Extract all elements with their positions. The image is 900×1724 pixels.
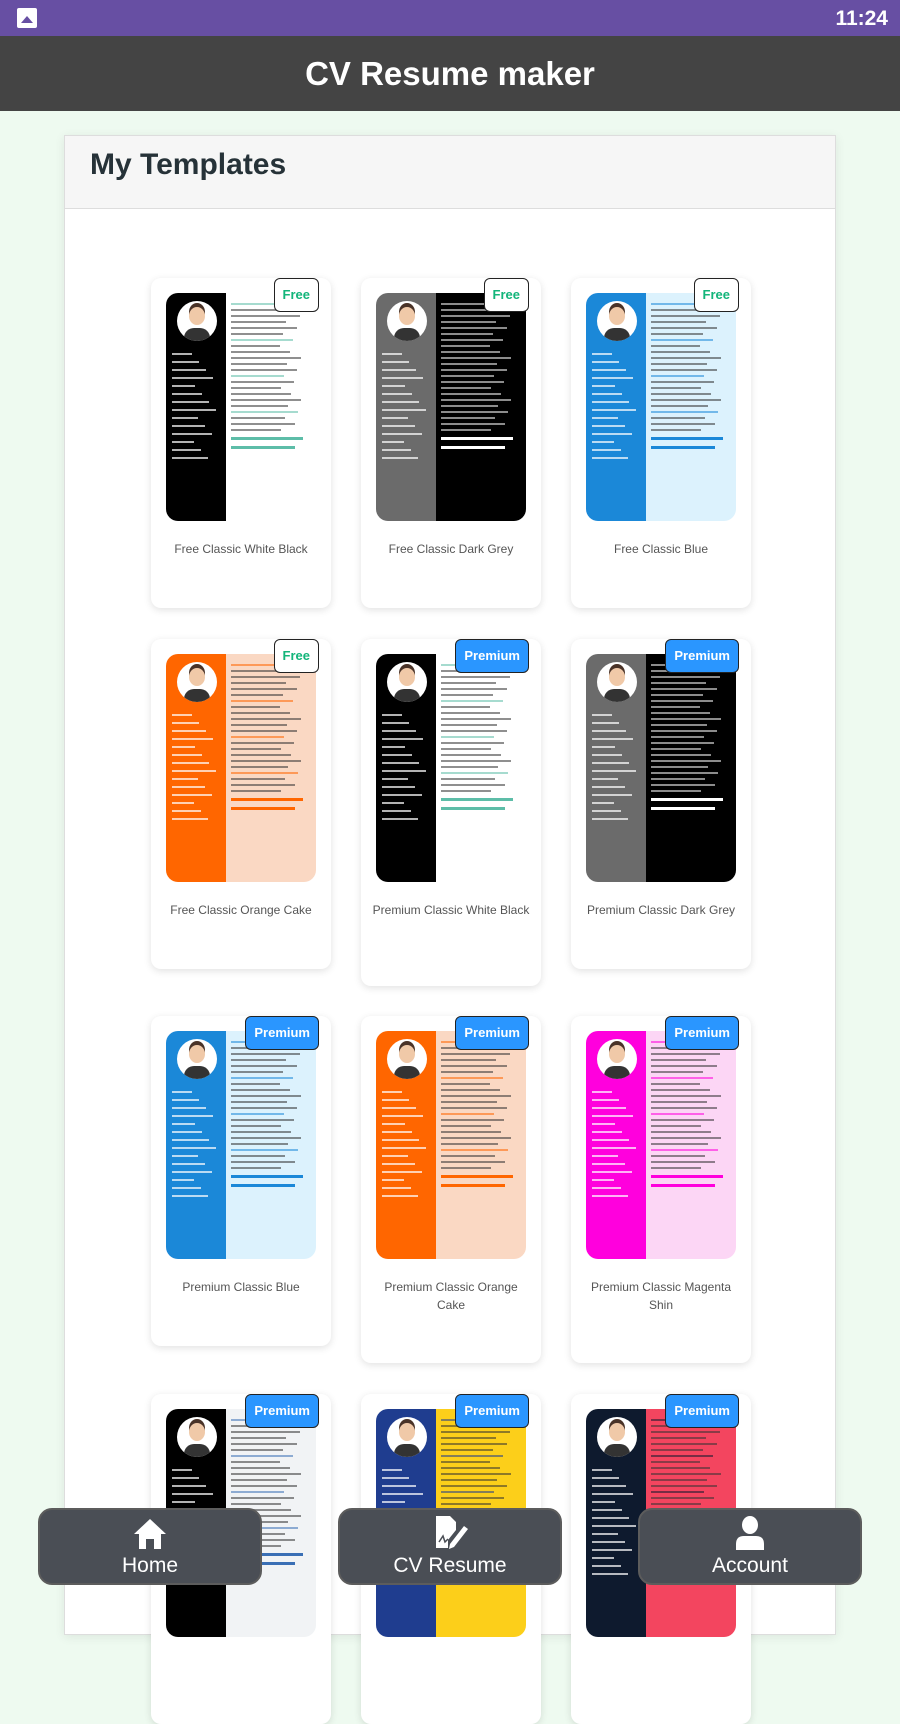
panel-title: My Templates xyxy=(65,136,835,209)
template-thumbnail[interactable] xyxy=(586,293,736,521)
template-name: Premium Classic Magenta Shin xyxy=(590,1280,732,1312)
templates-panel: My Templates Free Free Classic White Bla… xyxy=(64,135,836,1724)
nav-cv-resume-button[interactable]: CV Resume xyxy=(338,1508,562,1585)
template-card[interactable]: Premium Premium Classic Magenta Shin xyxy=(571,1016,751,1363)
template-name: Premium Classic Dark Grey xyxy=(586,903,736,917)
template-name: Free Classic Dark Grey xyxy=(388,542,514,556)
image-icon xyxy=(17,8,37,28)
avatar xyxy=(387,1039,427,1079)
free-badge: Free xyxy=(483,278,529,312)
avatar xyxy=(387,662,427,702)
premium-badge: Premium xyxy=(245,1394,319,1428)
template-name: Free Classic White Black xyxy=(174,542,308,556)
premium-badge: Premium xyxy=(665,1016,739,1050)
nav-cv-resume-label: CV Resume xyxy=(393,1554,507,1577)
template-card[interactable]: Free Free Classic White Black xyxy=(151,278,331,608)
template-thumbnail[interactable] xyxy=(376,1031,526,1259)
avatar xyxy=(597,662,637,702)
template-thumbnail[interactable] xyxy=(586,654,736,882)
template-name: Premium Classic Orange Cake xyxy=(384,1280,518,1312)
person-icon xyxy=(640,1510,860,1550)
avatar xyxy=(597,1417,637,1457)
template-thumbnail[interactable] xyxy=(586,1031,736,1259)
template-card[interactable]: Free Free Classic Orange Cake xyxy=(151,639,331,969)
template-card[interactable]: Free Free Classic Dark Grey xyxy=(361,278,541,608)
premium-badge: Premium xyxy=(665,1394,739,1428)
app-bar-title: CV Resume maker xyxy=(0,36,900,111)
avatar xyxy=(177,662,217,702)
template-name: Premium Classic Blue xyxy=(182,1280,300,1294)
status-bar: 11:24 xyxy=(0,0,900,36)
home-icon xyxy=(40,1510,260,1550)
avatar xyxy=(387,301,427,341)
template-thumbnail[interactable] xyxy=(166,293,316,521)
template-name: Free Classic Blue xyxy=(613,542,709,556)
free-badge: Free xyxy=(693,278,739,312)
avatar xyxy=(387,1417,427,1457)
avatar xyxy=(177,1039,217,1079)
free-badge: Free xyxy=(273,278,319,312)
template-thumbnail[interactable] xyxy=(166,1031,316,1259)
document-edit-icon xyxy=(340,1510,560,1550)
template-name: Premium Classic White Black xyxy=(372,903,530,917)
premium-badge: Premium xyxy=(455,639,529,673)
template-card[interactable]: Free Free Classic Blue xyxy=(571,278,751,608)
template-thumbnail[interactable] xyxy=(376,654,526,882)
template-name: Free Classic Orange Cake xyxy=(170,903,312,917)
nav-home-label: Home xyxy=(121,1554,179,1577)
template-card[interactable]: Premium Premium Classic Orange Cake xyxy=(361,1016,541,1363)
avatar xyxy=(597,1039,637,1079)
free-badge: Free xyxy=(273,639,319,673)
nav-account-label: Account xyxy=(712,1554,788,1577)
template-card[interactable]: Premium Premium Classic Blue xyxy=(151,1016,331,1346)
nav-account-button[interactable]: Account xyxy=(638,1508,862,1585)
nav-home-button[interactable]: Home xyxy=(38,1508,262,1585)
avatar xyxy=(597,301,637,341)
premium-badge: Premium xyxy=(455,1394,529,1428)
template-thumbnail[interactable] xyxy=(376,293,526,521)
avatar xyxy=(177,1417,217,1457)
template-thumbnail[interactable] xyxy=(166,654,316,882)
premium-badge: Premium xyxy=(665,639,739,673)
premium-badge: Premium xyxy=(245,1016,319,1050)
status-time: 11:24 xyxy=(835,7,888,30)
premium-badge: Premium xyxy=(455,1016,529,1050)
template-card[interactable]: Premium Premium Classic Dark Grey xyxy=(571,639,751,969)
template-card[interactable]: Premium Premium Classic White Black xyxy=(361,639,541,986)
avatar xyxy=(177,301,217,341)
